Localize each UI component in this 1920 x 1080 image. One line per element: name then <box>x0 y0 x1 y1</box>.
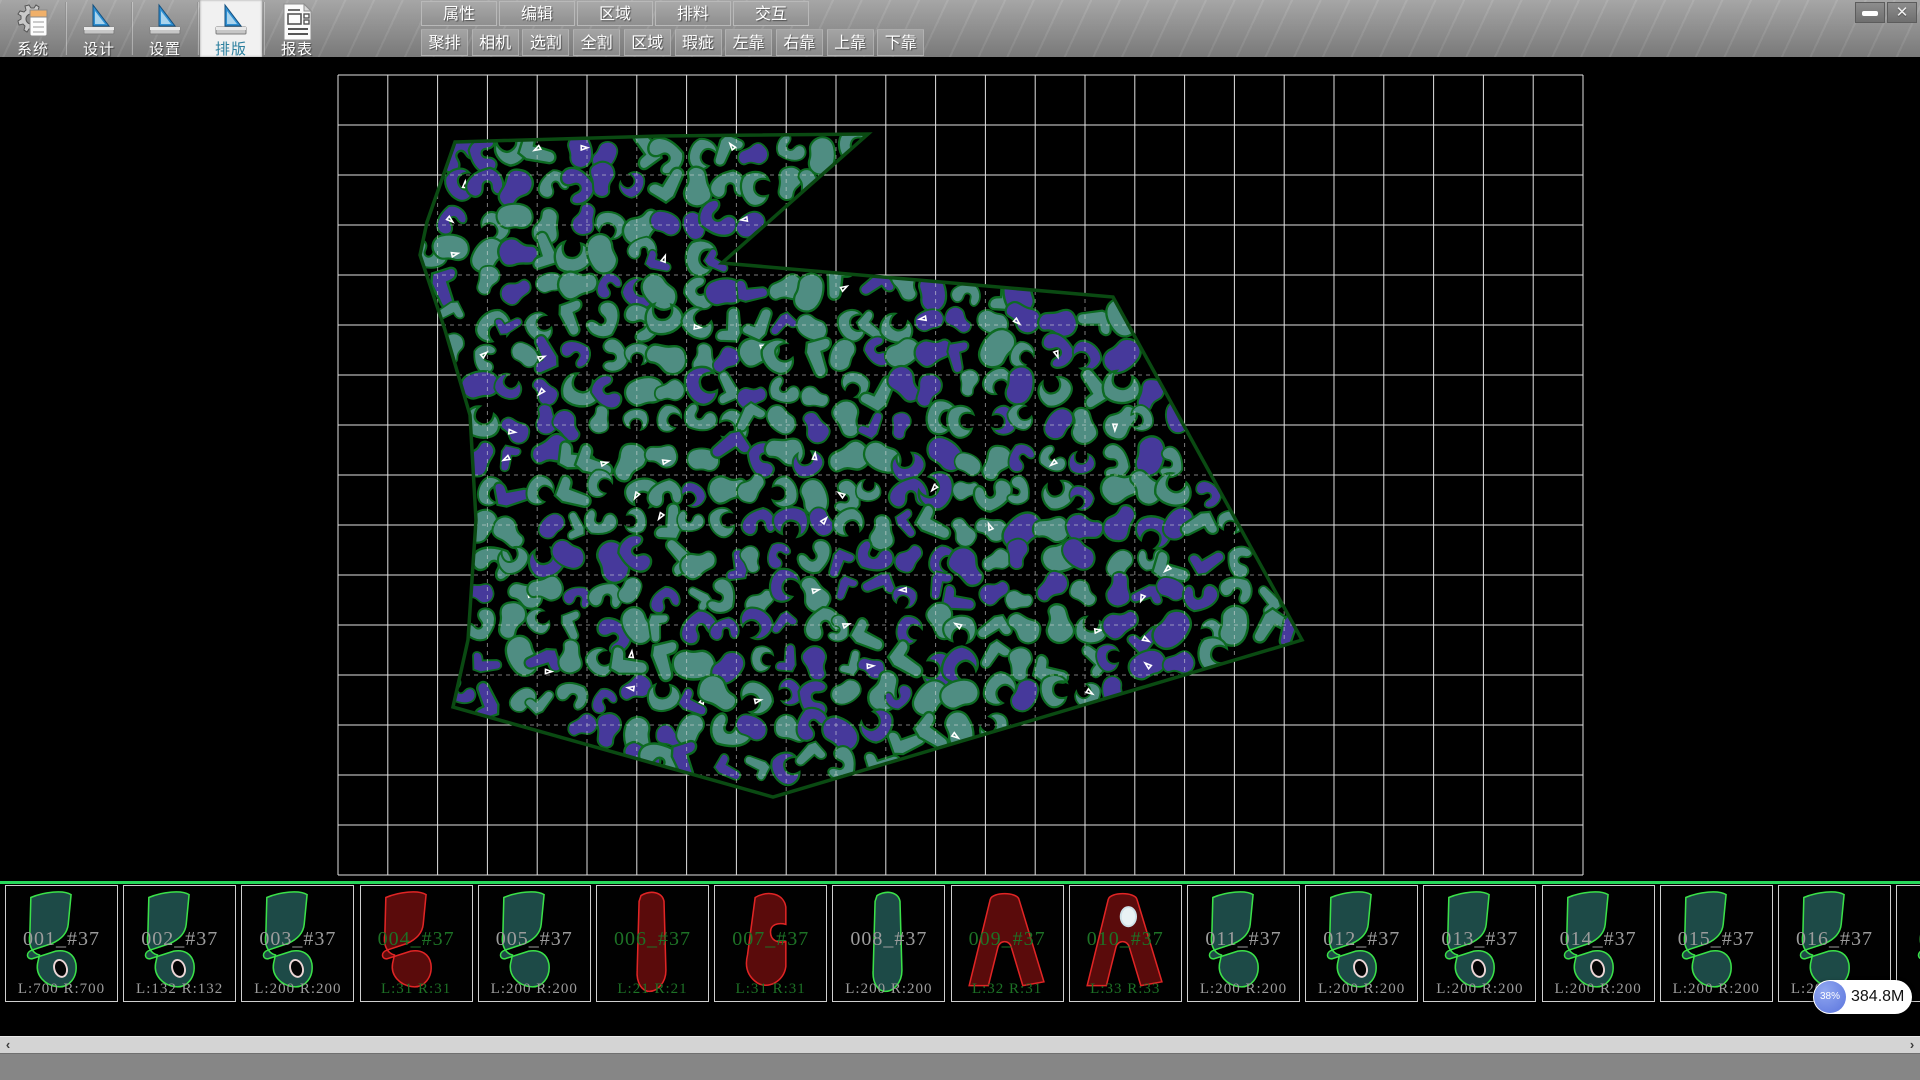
scroll-left-arrow-icon[interactable]: ‹ <box>0 1037 16 1053</box>
app-button-3[interactable]: 设置 <box>134 0 196 57</box>
menu-item-3[interactable]: 区域 <box>577 1 653 26</box>
report-icon <box>279 2 315 38</box>
piece-lr-count: L:200 R:200 <box>833 981 944 998</box>
piece-thumbnail-3[interactable]: 003_#37 L:200 R:200 <box>241 885 354 1002</box>
app-button-label: 报表 <box>266 38 328 59</box>
scroll-right-arrow-icon[interactable]: › <box>1904 1037 1920 1053</box>
piece-id: 005_#37 <box>479 928 590 951</box>
menu-item-5[interactable]: 交互 <box>733 1 809 26</box>
toolbar-separator <box>263 2 265 55</box>
piece-lr-count: L:200 R:200 <box>1661 981 1772 998</box>
piece-lr-count: L:200 R:200 <box>1543 981 1654 998</box>
toolbar: 系统设计设置排版报表 属性编辑区域排料交互 聚排相机选割全割区域瑕疵左靠右靠上靠… <box>0 0 1920 57</box>
piece-lr-count: L:200 R:200 <box>242 981 353 998</box>
piece-thumbnail-7[interactable]: 007_#37 L:31 R:31 <box>714 885 827 1002</box>
piece-thumbnail-1[interactable]: 001_#37 L:700 R:700 <box>5 885 118 1002</box>
piece-lr-count: L:200 R:200 <box>1424 981 1535 998</box>
toolbar-separator <box>131 2 133 55</box>
piece-lr-count: L:200 R:200 <box>479 981 590 998</box>
piece-id: 003_#37 <box>242 928 353 951</box>
piece-id: 015_#37 <box>1661 928 1772 951</box>
piece-id: 008_#37 <box>833 928 944 951</box>
tool-button-8[interactable]: 右靠 <box>776 29 823 56</box>
piece-id: 016_#37 <box>1779 928 1890 951</box>
piece-thumbnail-4[interactable]: 004_#37 L:31 R:31 <box>360 885 473 1002</box>
tool-button-1[interactable]: 聚排 <box>421 29 468 56</box>
app-button-2[interactable]: 设计 <box>68 0 130 57</box>
piece-thumbnail-8[interactable]: 008_#37 L:200 R:200 <box>832 885 945 1002</box>
piece-id: 013_#37 <box>1424 928 1535 951</box>
tool-button-10[interactable]: 下靠 <box>877 29 924 56</box>
piece-id: 001_#37 <box>6 928 117 951</box>
piece-id: 010_#37 <box>1070 928 1181 951</box>
app-button-label: 排版 <box>200 38 262 59</box>
piece-id: 009_#37 <box>952 928 1063 951</box>
minimize-icon <box>1862 11 1878 16</box>
piece-lr-count: L:31 R:31 <box>715 981 826 998</box>
piece-thumbnail-12[interactable]: 012_#37 L:200 R:200 <box>1305 885 1418 1002</box>
piece-thumbnail-10[interactable]: 010_#37 L:33 R:33 <box>1069 885 1182 1002</box>
menu-item-1[interactable]: 属性 <box>421 1 497 26</box>
app-button-5[interactable]: 报表 <box>266 0 328 57</box>
piece-lr-count: L:200 R:200 <box>1306 981 1417 998</box>
piece-lr-count: L:32 R:31 <box>952 981 1063 998</box>
piece-thumbnail-6[interactable]: 006_#37 L:21 R:21 <box>596 885 709 1002</box>
piece-thumbnail-15[interactable]: 015_#37 L:200 R:200 <box>1660 885 1773 1002</box>
piece-id: 004_#37 <box>361 928 472 951</box>
nesting-canvas[interactable] <box>0 57 1920 881</box>
piece-id: 006_#37 <box>597 928 708 951</box>
piece-id: 011_#37 <box>1188 928 1299 951</box>
piece-thumbnail-9[interactable]: 009_#37 L:32 R:31 <box>951 885 1064 1002</box>
minimize-button[interactable] <box>1855 2 1885 23</box>
piece-lr-count: L:21 R:21 <box>597 981 708 998</box>
toolbar-separator <box>197 2 199 55</box>
app-button-label: 系统 <box>2 38 64 59</box>
memory-value: 384.8M <box>1851 980 1904 1014</box>
tool-button-5[interactable]: 区域 <box>624 29 671 56</box>
piece-id: 014_#37 <box>1543 928 1654 951</box>
piece-lr-count: L:132 R:132 <box>124 981 235 998</box>
piece-lr-count: L:700 R:700 <box>6 981 117 998</box>
piece-thumbnail-2[interactable]: 002_#37 L:132 R:132 <box>123 885 236 1002</box>
piece-id: 012_#37 <box>1306 928 1417 951</box>
piece-id: 007_#37 <box>715 928 826 951</box>
setsquare-icon <box>147 2 183 38</box>
tool-button-4[interactable]: 全割 <box>573 29 620 56</box>
status-bar <box>0 1053 1920 1080</box>
menu-item-2[interactable]: 编辑 <box>499 1 575 26</box>
application-window: 系统设计设置排版报表 属性编辑区域排料交互 聚排相机选割全割区域瑕疵左靠右靠上靠… <box>0 0 1920 1080</box>
tool-button-9[interactable]: 上靠 <box>827 29 874 56</box>
close-icon: ✕ <box>1896 4 1909 21</box>
piece-thumbnail-strip: 001_#37 L:700 R:700 002_#37 L:132 R:132 003_… <box>0 884 1920 1036</box>
close-button[interactable]: ✕ <box>1887 2 1917 23</box>
memory-badge[interactable]: 38% 384.8M <box>1813 980 1912 1014</box>
tool-button-7[interactable]: 左靠 <box>725 29 772 56</box>
piece-lr-count: L:31 R:31 <box>361 981 472 998</box>
piece-thumbnail-14[interactable]: 014_#37 L:200 R:200 <box>1542 885 1655 1002</box>
app-button-4[interactable]: 排版 <box>200 0 262 57</box>
piece-thumbnail-13[interactable]: 013_#37 L:200 R:200 <box>1423 885 1536 1002</box>
gear-icon <box>15 2 51 38</box>
toolbar-separator <box>65 2 67 55</box>
piece-lr-count: L:33 R:33 <box>1070 981 1181 998</box>
piece-id: 0 <box>1897 928 1920 951</box>
app-button-label: 设置 <box>134 38 196 59</box>
setsquare-icon <box>213 2 249 38</box>
piece-thumbnail-5[interactable]: 005_#37 L:200 R:200 <box>478 885 591 1002</box>
memory-percent-indicator: 38% <box>1814 981 1846 1013</box>
horizontal-scrollbar[interactable]: ‹ › <box>0 1036 1920 1053</box>
setsquare-icon <box>81 2 117 38</box>
piece-thumbnail-11[interactable]: 011_#37 L:200 R:200 <box>1187 885 1300 1002</box>
menu-item-4[interactable]: 排料 <box>655 1 731 26</box>
tool-button-2[interactable]: 相机 <box>472 29 519 56</box>
app-button-1[interactable]: 系统 <box>2 0 64 57</box>
piece-id: 002_#37 <box>124 928 235 951</box>
tool-button-6[interactable]: 瑕疵 <box>675 29 722 56</box>
piece-lr-count: L:200 R:200 <box>1188 981 1299 998</box>
tool-button-3[interactable]: 选割 <box>522 29 569 56</box>
app-button-label: 设计 <box>68 38 130 59</box>
